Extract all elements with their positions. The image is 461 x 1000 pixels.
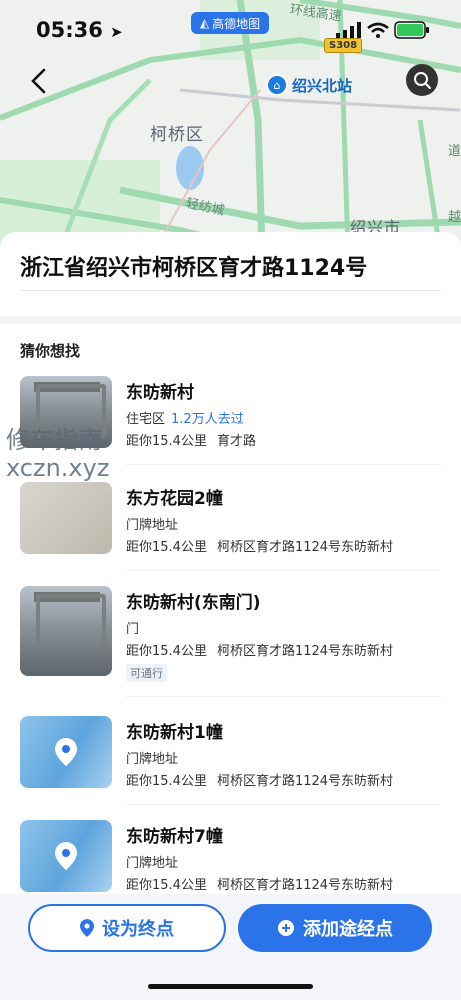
add-waypoint-button[interactable]: 添加途经点 [238,904,432,952]
location-pin-icon [80,919,94,937]
place-name: 东昉新村1幢 [126,723,223,743]
visit-count: 1.2万人去过 [171,412,244,427]
place-thumbnail [20,820,112,892]
map-side-label: 道 [448,144,461,159]
back-button[interactable] [24,66,54,96]
address-text: 柯桥区育才路1124号东昉新村 [216,644,394,659]
status-time-text: 05:36 [36,18,103,42]
wifi-icon [367,22,389,38]
road-shield: S308 [324,38,363,53]
train-station-icon: ⌂ [266,74,288,96]
map-side-label-2: 越 [448,210,461,225]
map-station-marker[interactable]: ⌂ 绍兴北站 [266,74,352,96]
add-waypoint-label: 添加途经点 [303,919,393,940]
location-pin-icon [55,842,77,870]
list-item[interactable]: 东昉新村(东南门) 门 距你15.4公里 柯桥区育才路1124号东昉新村 可通行 [0,586,461,716]
battery-icon [394,21,429,39]
distance-text: 距你15.4公里 [126,644,207,659]
set-destination-button[interactable]: 设为终点 [28,904,226,952]
station-name: 绍兴北站 [292,76,353,95]
place-distance: 距你15.4公里 育才路 [126,430,256,449]
place-name: 东昉新村7幢 [126,827,223,847]
list-item[interactable]: 东昉新村1幢 门牌地址 距你15.4公里 柯桥区育才路1124号东昉新村 [0,716,461,820]
plus-circle-icon [278,920,294,936]
address-text: 柯桥区育才路1124号东昉新村 [216,774,394,789]
location-arrow-icon: ➤ [110,23,123,41]
list-item[interactable]: 东方花园2幢 门牌地址 距你15.4公里 柯桥区育才路1124号东昉新村 [0,482,461,586]
place-name: 东方花园2幢 [126,489,223,509]
list-item[interactable]: 东昉新村7幢 门牌地址 距你15.4公里 柯桥区育才路1124号东昉新村 [0,820,461,894]
address-card: 浙江省绍兴市柯桥区育才路1124号 [0,232,461,316]
chevron-left-icon [31,68,46,94]
address-text: 柯桥区育才路1124号东昉新村 [216,878,394,893]
divider [126,696,441,697]
place-thumbnail [20,482,112,554]
place-type-text: 住宅区 [126,412,166,427]
amap-badge[interactable]: ◭ 高德地图 [191,12,269,34]
divider [126,464,441,465]
address-title: 浙江省绍兴市柯桥区育才路1124号 [20,256,368,281]
status-badge: 可通行 [126,664,167,682]
map-district-label: 柯桥区 [150,125,204,145]
location-pin-icon [55,738,77,766]
place-thumbnail [20,716,112,788]
place-type: 门 [126,622,140,637]
place-type: 门牌地址 [126,856,179,871]
distance-text: 距你15.4公里 [126,540,207,555]
place-distance: 距你15.4公里 柯桥区育才路1124号东昉新村 [126,536,393,555]
divider [126,570,441,571]
search-icon [414,72,431,89]
watermark: 修车指南 xczn.xyz [6,426,109,482]
guess-list: 猜你想找 东昉新村 住宅区 1.2万人去过 距你15.4公里 育才路 东方花园2幢 … [0,324,461,894]
section-title: 猜你想找 [20,342,81,360]
address-text: 育才路 [216,434,256,449]
status-time: 05:36 ➤ [36,18,123,42]
place-distance: 距你15.4公里 柯桥区育才路1124号东昉新村 [126,640,393,659]
divider [126,804,441,805]
place-type: 门牌地址 [126,518,179,533]
amap-badge-label: 高德地图 [212,16,261,31]
distance-text: 距你15.4公里 [126,878,207,893]
watermark-line-2: xczn.xyz [6,454,110,482]
place-distance: 距你15.4公里 柯桥区育才路1124号东昉新村 [126,770,393,789]
distance-text: 距你15.4公里 [126,434,207,449]
watermark-line-1: 修车指南 [6,426,102,454]
divider [20,290,441,291]
amap-logo-icon: ◭ [199,16,210,30]
place-name: 东昉新村 [126,383,194,403]
place-type: 住宅区 1.2万人去过 [126,408,244,427]
place-name: 东昉新村(东南门) [126,593,261,613]
place-type: 门牌地址 [126,752,179,767]
set-destination-label: 设为终点 [102,919,174,940]
distance-text: 距你15.4公里 [126,774,207,789]
signal-icon [336,22,361,38]
place-thumbnail [20,586,112,676]
bottom-action-bar: 设为终点 添加途经点 [0,894,461,1000]
place-distance: 距你15.4公里 柯桥区育才路1124号东昉新村 [126,874,393,893]
address-text: 柯桥区育才路1124号东昉新村 [216,540,394,555]
search-button[interactable] [406,64,438,96]
status-bar: 05:36 ➤ ◭ 高德地图 S308 [0,0,461,60]
home-indicator[interactable] [148,984,313,989]
